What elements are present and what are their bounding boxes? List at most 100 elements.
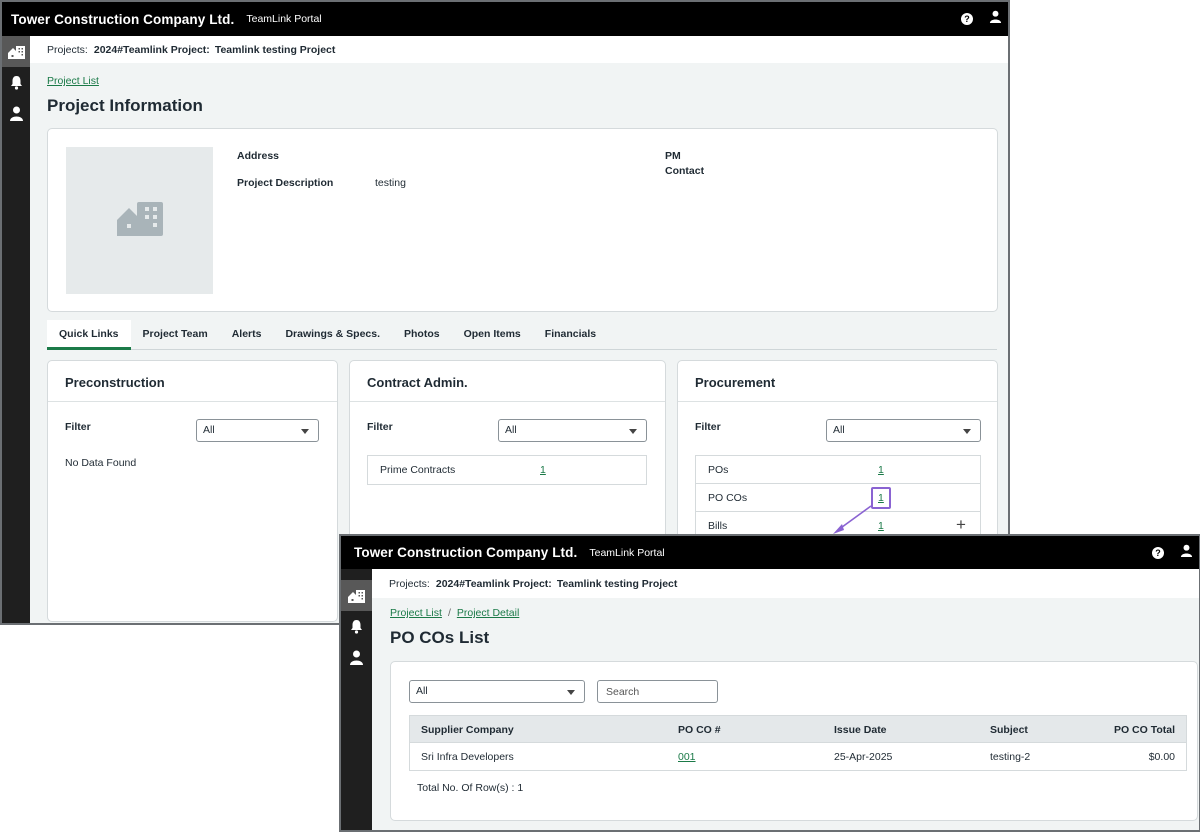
- breadcrumb-label: Projects:: [389, 577, 430, 590]
- empty-state-text: No Data Found: [65, 457, 137, 469]
- pm-label: PM: [665, 150, 681, 162]
- list-item: Prime Contracts 1: [368, 456, 646, 484]
- user-icon[interactable]: [1180, 544, 1193, 562]
- subject-cell: testing-2: [990, 751, 1031, 763]
- add-bill-icon[interactable]: +: [956, 515, 966, 535]
- tab-drawings-specs[interactable]: Drawings & Specs.: [273, 320, 392, 350]
- filter-value: All: [505, 424, 517, 436]
- column-header-subject[interactable]: Subject: [990, 724, 1028, 736]
- breadcrumb-project-name: Teamlink testing Project: [214, 43, 336, 56]
- table-row: Sri Infra Developers 001 25-Apr-2025 tes…: [409, 743, 1187, 771]
- contract-admin-filter-select[interactable]: All: [498, 419, 647, 442]
- user-nav-icon[interactable]: [341, 642, 372, 673]
- row-count-text: Total No. Of Row(s) : 1: [417, 782, 524, 794]
- page-title: PO COs List: [390, 628, 490, 647]
- supplier-company-cell: Sri Infra Developers: [421, 751, 514, 763]
- project-description-value: testing: [375, 177, 406, 189]
- tab-alerts[interactable]: Alerts: [220, 320, 274, 350]
- address-label: Address: [237, 150, 280, 162]
- po-cos-label: PO COs: [708, 492, 748, 504]
- list-item: PO COs 1: [696, 484, 980, 512]
- po-cos-filter-select[interactable]: All: [409, 680, 585, 703]
- chevron-down-icon: [301, 429, 309, 434]
- tab-open-items[interactable]: Open Items: [452, 320, 533, 350]
- chevron-down-icon: [629, 429, 637, 434]
- help-icon[interactable]: ?: [1152, 546, 1164, 559]
- project-list-link[interactable]: Project List: [47, 75, 99, 87]
- bell-icon[interactable]: [341, 611, 372, 642]
- column-header-supplier-company[interactable]: Supplier Company: [421, 724, 514, 736]
- divider: [678, 401, 997, 402]
- chevron-down-icon: [963, 429, 971, 434]
- portal-name: TeamLink Portal: [589, 546, 665, 559]
- prime-contracts-count-link[interactable]: 1: [540, 464, 546, 476]
- tab-photos[interactable]: Photos: [392, 320, 452, 350]
- company-name: Tower Construction Company Ltd.: [11, 11, 235, 27]
- preconstruction-title: Preconstruction: [65, 375, 165, 390]
- tab-project-team[interactable]: Project Team: [131, 320, 220, 350]
- bills-label: Bills: [708, 520, 728, 532]
- contact-label: Contact: [665, 165, 705, 177]
- project-description-label: Project Description: [237, 177, 334, 189]
- tab-financials[interactable]: Financials: [533, 320, 608, 350]
- divider: [48, 401, 337, 402]
- filter-label: Filter: [65, 421, 91, 433]
- po-co-total-cell: $0.00: [1148, 751, 1175, 763]
- filter-label: Filter: [367, 421, 393, 433]
- main-content: Projects: 2024#Teamlink Project: Teamlin…: [372, 569, 1199, 830]
- pos-label: POs: [708, 464, 729, 476]
- highlight-box: [871, 487, 891, 509]
- building-icon: [116, 200, 163, 241]
- left-nav-rail: [2, 36, 30, 623]
- filter-value: All: [203, 424, 215, 436]
- breadcrumb-label: Projects:: [47, 43, 88, 56]
- breadcrumb-project-code: 2024#Teamlink Project:: [93, 43, 210, 56]
- projects-nav-icon[interactable]: [341, 580, 372, 611]
- project-breadcrumb: Projects: 2024#Teamlink Project: Teamlin…: [372, 569, 1199, 598]
- project-information-window: Tower Construction Company Ltd. TeamLink…: [0, 0, 1010, 625]
- breadcrumb-project-code: 2024#Teamlink Project:: [435, 577, 552, 590]
- help-icon[interactable]: ?: [961, 13, 973, 25]
- column-header-po-co-number[interactable]: PO CO #: [678, 724, 721, 736]
- project-list-link[interactable]: Project List: [390, 607, 442, 619]
- breadcrumb-project-name: Teamlink testing Project: [556, 577, 678, 590]
- search-input[interactable]: [597, 680, 718, 703]
- column-header-issue-date[interactable]: Issue Date: [834, 724, 887, 736]
- filter-value: All: [416, 685, 428, 697]
- column-header-po-co-total[interactable]: PO CO Total: [1114, 724, 1175, 736]
- preconstruction-panel: Preconstruction Filter All No Data Found: [47, 360, 338, 622]
- filter-label: Filter: [695, 421, 721, 433]
- project-detail-link[interactable]: Project Detail: [457, 607, 519, 619]
- tab-quick-links[interactable]: Quick Links: [47, 320, 131, 350]
- list-item: POs 1: [696, 456, 980, 484]
- po-cos-list-card: All Supplier Company PO CO # Issue Date …: [390, 661, 1198, 821]
- breadcrumb: Project List / Project Detail: [390, 607, 519, 619]
- project-image-placeholder: [66, 147, 213, 294]
- table-header: Supplier Company PO CO # Issue Date Subj…: [409, 715, 1187, 743]
- project-tabs: Quick Links Project Team Alerts Drawings…: [47, 320, 997, 350]
- projects-nav-icon[interactable]: [2, 36, 30, 67]
- breadcrumb-separator: /: [447, 607, 451, 619]
- pos-count-link[interactable]: 1: [878, 464, 884, 476]
- company-name: Tower Construction Company Ltd.: [354, 545, 578, 560]
- page-title: Project Information: [47, 96, 203, 115]
- contract-admin-links-table: Prime Contracts 1: [367, 455, 647, 485]
- portal-name: TeamLink Portal: [246, 13, 322, 25]
- preconstruction-filter-select[interactable]: All: [196, 419, 319, 442]
- bills-count-link[interactable]: 1: [878, 520, 884, 532]
- contract-admin-title: Contract Admin.: [367, 375, 468, 390]
- project-breadcrumb: Projects: 2024#Teamlink Project: Teamlin…: [30, 36, 1008, 63]
- procurement-links-table: POs 1 PO COs 1 Bills 1 +: [695, 455, 981, 541]
- user-icon[interactable]: [989, 10, 1002, 28]
- prime-contracts-label: Prime Contracts: [380, 464, 456, 476]
- filter-value: All: [833, 424, 845, 436]
- issue-date-cell: 25-Apr-2025: [834, 751, 893, 763]
- po-cos-list-window: Tower Construction Company Ltd. TeamLink…: [339, 534, 1200, 832]
- procurement-filter-select[interactable]: All: [826, 419, 981, 442]
- user-nav-icon[interactable]: [2, 98, 30, 129]
- procurement-title: Procurement: [695, 375, 776, 390]
- po-co-number-link[interactable]: 001: [678, 751, 696, 763]
- bell-icon[interactable]: [2, 67, 30, 98]
- chevron-down-icon: [567, 690, 575, 695]
- top-bar: Tower Construction Company Ltd. TeamLink…: [2, 2, 1008, 36]
